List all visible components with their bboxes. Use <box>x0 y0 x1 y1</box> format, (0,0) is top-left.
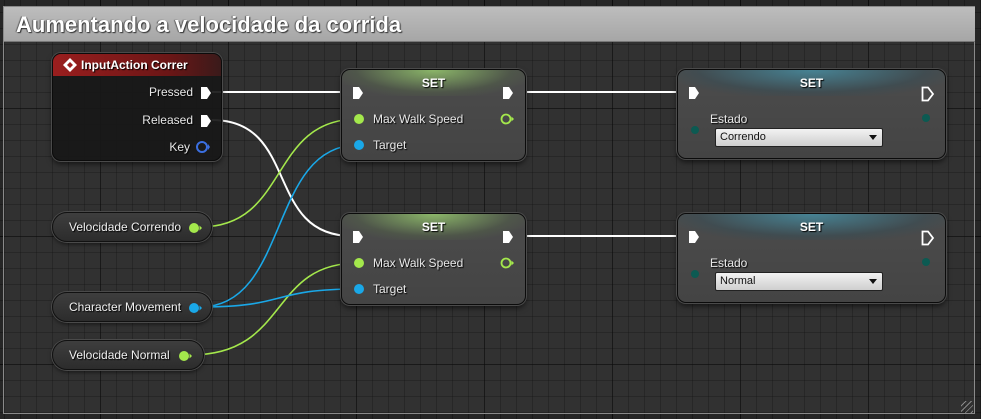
object-wire-character-movement-bottom <box>199 288 359 308</box>
exec-in-pin[interactable] <box>688 230 700 244</box>
max-walk-speed-label: Max Walk Speed <box>373 256 464 270</box>
target-label: Target <box>373 138 407 152</box>
estado-label: Estado <box>710 112 748 126</box>
estado-input-pin[interactable] <box>690 125 700 135</box>
exec-out-pin[interactable] <box>502 86 514 100</box>
released-exec-pin[interactable] <box>200 114 212 128</box>
exec-in-pin[interactable] <box>352 230 364 244</box>
exec-out-pin[interactable] <box>921 230 935 246</box>
dropdown-arrow-icon <box>869 279 877 284</box>
set-node-title: SET <box>421 220 446 234</box>
set-estado-title: SET <box>799 220 824 234</box>
estado-output-pin[interactable] <box>921 113 931 123</box>
set-max-walk-speed-node-top[interactable]: SET Max Walk Speed Target <box>341 69 526 161</box>
max-walk-speed-output-pin[interactable] <box>499 112 515 126</box>
key-struct-pin[interactable] <box>195 140 211 154</box>
target-label: Target <box>373 282 407 296</box>
input-action-node[interactable]: InputAction Correr Pressed Released Key <box>52 53 222 161</box>
set-node-header: SET <box>342 70 525 96</box>
target-input-pin[interactable] <box>353 283 365 295</box>
velocidade-correndo-output-pin[interactable] <box>187 221 203 235</box>
target-input-pin[interactable] <box>353 139 365 151</box>
input-action-header: InputAction Correr <box>53 54 221 76</box>
dropdown-arrow-icon <box>869 135 877 140</box>
character-movement-label: Character Movement <box>69 300 182 314</box>
character-movement-output-pin[interactable] <box>187 301 203 315</box>
max-walk-speed-label: Max Walk Speed <box>373 112 464 126</box>
velocidade-correndo-getter[interactable]: Velocidade Correndo <box>52 212 212 242</box>
set-node-header: SET <box>342 214 525 240</box>
estado-label: Estado <box>710 256 748 270</box>
estado-output-pin[interactable] <box>921 257 931 267</box>
comment-resize-grip-icon[interactable] <box>961 401 973 413</box>
velocidade-correndo-label: Velocidade Correndo <box>69 220 182 234</box>
input-event-icon <box>63 58 77 72</box>
set-node-title: SET <box>421 76 446 90</box>
pressed-exec-pin[interactable] <box>200 86 212 100</box>
velocidade-normal-output-pin[interactable] <box>177 349 193 363</box>
estado-selected-value: Normal <box>720 275 756 287</box>
max-walk-speed-output-pin[interactable] <box>499 256 515 270</box>
max-walk-speed-input-pin[interactable] <box>353 113 365 125</box>
exec-out-pin[interactable] <box>502 230 514 244</box>
blueprint-graph-canvas[interactable]: Aumentando a velocidade da corrida Input… <box>0 0 981 419</box>
set-estado-title: SET <box>799 76 824 90</box>
exec-in-pin[interactable] <box>688 86 700 100</box>
released-pin-label: Released <box>142 113 193 127</box>
character-movement-getter[interactable]: Character Movement <box>52 292 212 322</box>
key-pin-label: Key <box>169 140 190 154</box>
input-action-title: InputAction Correr <box>81 58 188 72</box>
estado-dropdown[interactable]: Normal <box>715 272 883 291</box>
set-estado-node-top[interactable]: SET Estado Correndo <box>677 69 946 159</box>
estado-dropdown[interactable]: Correndo <box>715 128 883 147</box>
velocidade-normal-getter[interactable]: Velocidade Normal <box>52 340 204 370</box>
velocidade-normal-label: Velocidade Normal <box>69 348 170 362</box>
float-wire-velocidade-correndo <box>199 118 359 228</box>
set-max-walk-speed-node-bottom[interactable]: SET Max Walk Speed Target <box>341 213 526 305</box>
set-estado-header: SET <box>678 70 945 96</box>
estado-input-pin[interactable] <box>690 269 700 279</box>
set-estado-header: SET <box>678 214 945 240</box>
exec-in-pin[interactable] <box>352 86 364 100</box>
max-walk-speed-input-pin[interactable] <box>353 257 365 269</box>
float-wire-velocidade-normal <box>189 262 359 356</box>
estado-selected-value: Correndo <box>720 131 766 143</box>
pressed-pin-label: Pressed <box>148 85 193 99</box>
set-estado-node-bottom[interactable]: SET Estado Normal <box>677 213 946 303</box>
exec-out-pin[interactable] <box>921 86 935 102</box>
